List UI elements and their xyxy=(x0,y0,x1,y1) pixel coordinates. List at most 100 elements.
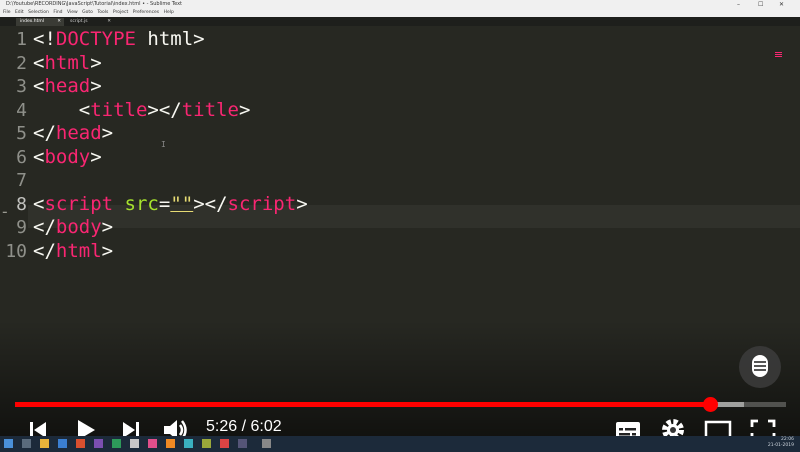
code-token: "" xyxy=(170,192,194,215)
code-line[interactable]: <script src=""></script> xyxy=(33,193,308,216)
code-token: title xyxy=(181,98,239,121)
code-token: ></ xyxy=(193,192,228,215)
code-token: < xyxy=(33,192,45,215)
line-number: 7 xyxy=(16,170,27,191)
current-line-marker: - xyxy=(0,202,10,221)
microphone-icon xyxy=(752,355,768,377)
code-token: > xyxy=(101,122,114,144)
tab-label: index.html xyxy=(20,19,44,24)
played-bar xyxy=(15,402,711,407)
code-token: = xyxy=(158,192,171,215)
code-token: title xyxy=(90,98,148,121)
app-icon[interactable] xyxy=(166,439,175,448)
line-number: 2 xyxy=(16,52,27,74)
window-titlebar: D:\Youtube\RECORDING\JavaScript\Tutorial… xyxy=(0,0,800,9)
code-token: head xyxy=(44,75,91,97)
menu-project[interactable]: Project xyxy=(113,10,128,15)
tab-script-js[interactable]: script.js ✕ xyxy=(66,18,114,26)
code-token: > xyxy=(90,51,102,74)
app-icon[interactable] xyxy=(220,439,229,448)
window-title: D:\Youtube\RECORDING\JavaScript\Tutorial… xyxy=(6,1,182,7)
app-icon[interactable] xyxy=(202,439,211,448)
app-icon[interactable] xyxy=(130,439,139,448)
app-icon[interactable] xyxy=(112,439,121,448)
code-token: > xyxy=(90,145,102,168)
code-token: ></ xyxy=(147,98,182,121)
code-line[interactable]: <head> xyxy=(33,75,102,98)
microphone-button[interactable] xyxy=(739,346,781,388)
minimize-button[interactable]: – xyxy=(737,0,740,9)
code-token: head xyxy=(55,122,102,144)
menu-selection[interactable]: Selection xyxy=(28,10,49,15)
tab-label: script.js xyxy=(70,19,88,24)
code-token: </ xyxy=(33,122,56,144)
code-line[interactable]: </html> xyxy=(33,240,113,263)
code-token: html xyxy=(44,51,91,74)
file-explorer-icon[interactable] xyxy=(40,439,49,448)
line-number: 6 xyxy=(16,146,27,168)
system-clock: 22:06 21-01-2019 xyxy=(768,437,794,449)
menu-file[interactable]: File xyxy=(3,10,11,15)
code-line[interactable]: </body> xyxy=(33,216,113,239)
menu-tools[interactable]: Tools xyxy=(97,10,108,15)
tab-close-icon[interactable]: ✕ xyxy=(57,18,61,26)
app-icon[interactable] xyxy=(76,439,85,448)
menu-edit[interactable]: Edit xyxy=(15,10,24,15)
code-token: html> xyxy=(135,28,205,50)
code-token: <! xyxy=(33,28,56,50)
line-number: 5 xyxy=(16,123,27,144)
line-number: 4 xyxy=(16,99,27,121)
code-line[interactable]: </head> xyxy=(33,122,113,145)
menu-help[interactable]: Help xyxy=(164,10,174,15)
code-token: script xyxy=(227,192,297,215)
line-number: 1 xyxy=(16,29,27,50)
code-token: > xyxy=(90,75,102,97)
code-token: html xyxy=(55,239,102,262)
code-token: </ xyxy=(33,239,56,262)
app-icon[interactable] xyxy=(148,439,157,448)
code-token: > xyxy=(101,239,114,262)
browser-icon[interactable] xyxy=(58,439,67,448)
code-token: < xyxy=(33,75,45,97)
code-token: body xyxy=(44,145,91,168)
code-token: > xyxy=(238,98,251,121)
code-token: < xyxy=(33,98,91,121)
minimap-icon[interactable] xyxy=(775,52,782,58)
code-line[interactable]: <title></title> xyxy=(33,98,251,122)
code-token: > xyxy=(101,216,114,238)
progress-bar[interactable] xyxy=(15,402,786,407)
code-token: body xyxy=(55,216,102,238)
menu-view[interactable]: View xyxy=(67,10,78,15)
sublime-text-icon[interactable] xyxy=(262,439,271,448)
code-token: < xyxy=(33,51,45,74)
windows-taskbar: 22:06 21-01-2019 xyxy=(0,436,800,452)
tab-index-html[interactable]: index.html ✕ xyxy=(16,18,64,26)
code-token: > xyxy=(296,192,308,215)
app-icon[interactable] xyxy=(184,439,193,448)
code-token: < xyxy=(33,145,45,168)
app-icon[interactable] xyxy=(238,439,247,448)
menu-preferences[interactable]: Preferences xyxy=(133,10,159,15)
code-line[interactable]: <!DOCTYPE html> xyxy=(33,28,205,51)
text-cursor-icon: I xyxy=(161,140,166,149)
code-line[interactable]: <body> xyxy=(33,146,102,169)
code-token: src xyxy=(124,192,159,215)
menu-find[interactable]: Find xyxy=(53,10,62,15)
code-token: </ xyxy=(33,216,56,238)
tab-close-icon[interactable]: ✕ xyxy=(107,18,111,26)
code-token: DOCTYPE xyxy=(55,28,136,50)
line-number: 3 xyxy=(16,76,27,97)
clock-date: 21-01-2019 xyxy=(767,443,794,448)
search-icon[interactable] xyxy=(22,439,31,448)
code-token: script xyxy=(44,192,114,215)
app-icon[interactable] xyxy=(94,439,103,448)
time-display: 5:26 / 6:02 xyxy=(206,418,282,435)
close-window-button[interactable]: ✕ xyxy=(779,0,784,9)
line-number: 10 xyxy=(5,240,27,262)
maximize-button[interactable]: ☐ xyxy=(758,0,763,9)
menu-goto[interactable]: Goto xyxy=(82,10,93,15)
code-line[interactable]: <html> xyxy=(33,52,102,75)
start-icon[interactable] xyxy=(4,439,13,448)
tab-bar: index.html ✕ script.js ✕ xyxy=(0,17,800,26)
